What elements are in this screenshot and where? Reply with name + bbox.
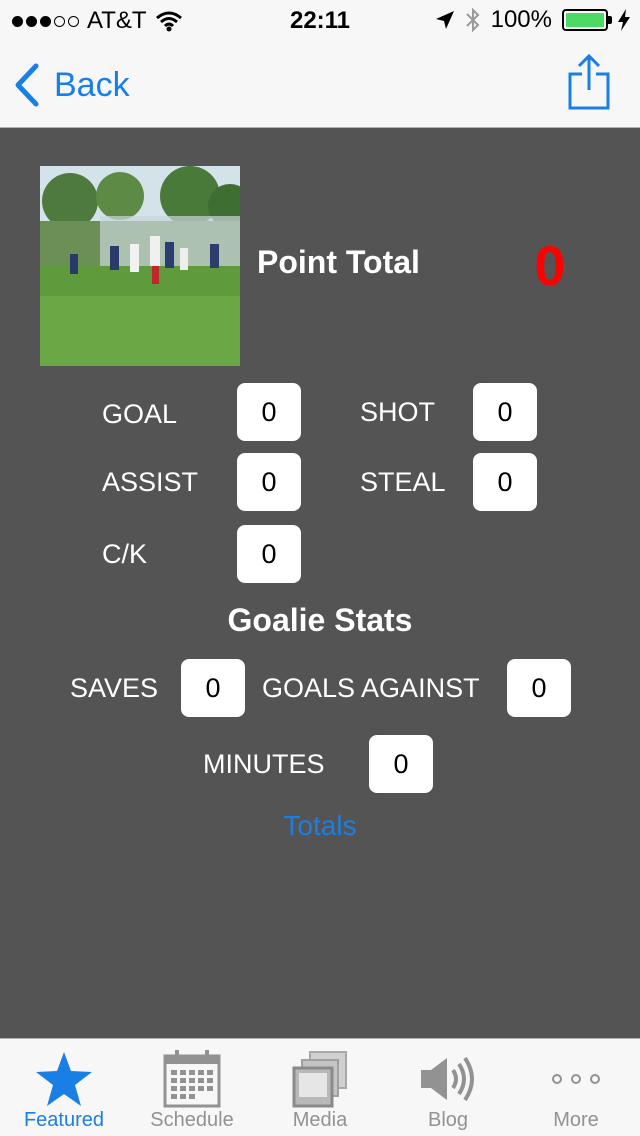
goals-against-field[interactable]: 0 bbox=[507, 659, 571, 717]
steal-label: STEAL bbox=[360, 467, 446, 497]
more-icon bbox=[552, 1074, 600, 1084]
back-button[interactable]: Back bbox=[14, 62, 130, 108]
back-label: Back bbox=[54, 65, 130, 104]
tab-more[interactable]: More bbox=[512, 1039, 640, 1136]
bluetooth-icon bbox=[465, 7, 480, 33]
ck-field[interactable]: 0 bbox=[237, 525, 301, 583]
status-bar: AT&T 22:11 100% bbox=[0, 0, 640, 40]
battery-percent: 100% bbox=[490, 6, 552, 33]
minutes-label: MINUTES bbox=[203, 749, 325, 779]
minutes-field[interactable]: 0 bbox=[369, 735, 433, 793]
star-icon bbox=[36, 1052, 92, 1106]
goal-label: GOAL bbox=[102, 399, 178, 429]
speaker-icon bbox=[421, 1056, 474, 1102]
saves-label: SAVES bbox=[70, 673, 159, 703]
point-total-label: Point Total bbox=[257, 244, 420, 280]
goalie-stats-title: Goalie Stats bbox=[227, 602, 413, 638]
steal-field[interactable]: 0 bbox=[473, 453, 537, 511]
shot-label: SHOT bbox=[360, 397, 436, 427]
point-total-value: 0 bbox=[534, 234, 566, 297]
player-photo bbox=[40, 166, 240, 366]
tab-blog[interactable]: Blog bbox=[384, 1039, 512, 1136]
tab-schedule[interactable]: Schedule bbox=[128, 1039, 256, 1136]
tab-bar: Featured Schedule Media Blog More bbox=[0, 1038, 640, 1136]
tab-label: Media bbox=[292, 1109, 348, 1131]
location-arrow-icon bbox=[435, 11, 454, 29]
tab-label: Schedule bbox=[150, 1109, 234, 1131]
charging-bolt-icon bbox=[618, 9, 630, 31]
shot-field[interactable]: 0 bbox=[473, 383, 537, 441]
totals-link[interactable]: Totals bbox=[0, 810, 640, 842]
assist-field[interactable]: 0 bbox=[237, 453, 301, 511]
tab-label: Featured bbox=[23, 1109, 105, 1131]
share-icon[interactable] bbox=[566, 54, 612, 110]
goal-field[interactable]: 0 bbox=[237, 383, 301, 441]
battery-icon bbox=[562, 9, 612, 31]
chevron-left-icon bbox=[15, 63, 39, 107]
tab-media[interactable]: Media bbox=[256, 1039, 384, 1136]
ck-label: C/K bbox=[102, 539, 148, 569]
tab-label: More bbox=[553, 1109, 599, 1131]
tab-featured[interactable]: Featured bbox=[0, 1039, 128, 1136]
assist-label: ASSIST bbox=[102, 467, 199, 497]
saves-field[interactable]: 0 bbox=[181, 659, 245, 717]
media-icon bbox=[292, 1051, 347, 1108]
tab-label: Blog bbox=[427, 1109, 469, 1131]
status-right: 100% bbox=[435, 6, 630, 34]
calendar-icon bbox=[163, 1050, 221, 1108]
top-bar: AT&T 22:11 100% Back bbox=[0, 0, 640, 128]
goals-against-label: GOALS AGAINST bbox=[262, 673, 480, 703]
